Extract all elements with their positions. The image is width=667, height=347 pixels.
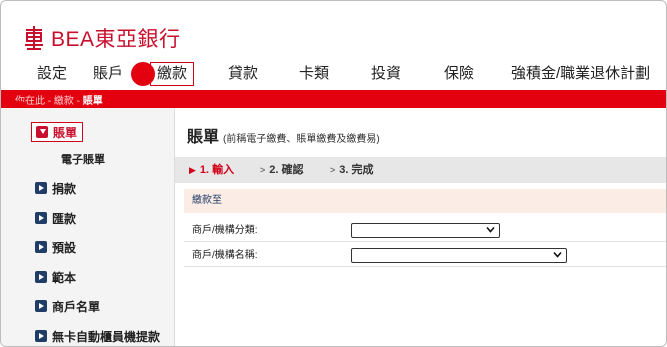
chevron-right-icon: > [330, 165, 336, 175]
brand-name: BEA東亞銀行 [51, 28, 181, 51]
breadcrumb-current: 賬單 [82, 96, 103, 107]
arrow-right-icon [35, 300, 47, 312]
nav-item-insurance[interactable]: 保險 [444, 61, 474, 87]
arrow-right-icon [35, 182, 47, 194]
step-complete: >3. 完成 [330, 157, 374, 183]
arrow-right-icon [35, 212, 47, 224]
chevron-down-icon [486, 226, 495, 233]
chevron-down-icon [553, 251, 562, 258]
triangle-right-icon: ▶ [189, 165, 196, 175]
sidebar: 賬單 電子賬單 捐款 匯款 預設 範本 商戶名單 無卡自動櫃員機提款 [1, 108, 175, 346]
page-title-text: 賬單 [187, 129, 220, 146]
nav-item-cards[interactable]: 卡類 [299, 61, 329, 87]
arrow-right-icon [35, 271, 47, 283]
bea-logo-icon [25, 26, 43, 50]
nav-item-accounts[interactable]: 賬戶 [93, 61, 123, 87]
highlight-marker-nav [131, 62, 155, 86]
expand-icon [36, 126, 48, 138]
sidebar-item-templates[interactable]: 範本 [35, 268, 76, 286]
sidebar-item-label: 捐款 [52, 181, 77, 196]
merchant-category-label: 商戶/機構分類: [192, 225, 258, 236]
merchant-category-row: 商戶/機構分類: [184, 220, 666, 242]
sidebar-item-label: 範本 [52, 270, 77, 285]
nav-item-investments[interactable]: 投資 [371, 61, 401, 87]
merchant-name-select[interactable] [351, 248, 567, 263]
sidebar-item-label: 匯款 [52, 211, 77, 226]
sidebar-item-remittance[interactable]: 匯款 [35, 209, 76, 227]
sidebar-item-donations[interactable]: 捐款 [35, 179, 76, 197]
page-title: 賬單 (前稱電子繳費、賬單繳費及繳費易) [187, 123, 380, 147]
sidebar-item-bills[interactable]: 賬單 [31, 122, 84, 142]
merchant-name-row: 商戶/機構名稱: [184, 245, 666, 267]
step-label: 1. 輸入 [199, 164, 235, 176]
step-input: ▶ 1. 輸入 [189, 157, 234, 183]
sidebar-item-ebills[interactable]: 電子賬單 [61, 151, 105, 167]
nav-item-settings[interactable]: 設定 [37, 61, 67, 87]
sidebar-item-merchant-list[interactable]: 商戶名單 [35, 297, 100, 315]
top-navigation: 設定 賬戶 繳款 貸款 卡類 投資 保險 強積金/職業退休計劃 [1, 61, 666, 87]
bank-logo[interactable]: BEA東亞銀行 [23, 23, 181, 53]
progress-steps: ▶ 1. 輸入 >2. 確認 >3. 完成 [175, 157, 666, 183]
nav-item-mpf[interactable]: 強積金/職業退休計劃 [511, 61, 650, 87]
merchant-name-label: 商戶/機構名稱: [192, 250, 258, 261]
nav-item-loans[interactable]: 貸款 [228, 61, 258, 87]
sidebar-item-label: 預設 [52, 240, 77, 255]
arrow-right-icon [35, 241, 47, 253]
sidebar-item-cardless-atm[interactable]: 無卡自動櫃員機提款 [35, 327, 160, 345]
step-confirm: >2. 確認 [260, 157, 304, 183]
arrow-right-icon [35, 330, 47, 342]
sidebar-item-label: 無卡自動櫃員機提款 [52, 329, 161, 344]
section-pay-to: 繳款至 [184, 189, 666, 213]
step-label: 3. 完成 [339, 164, 374, 176]
nav-item-payments[interactable]: 繳款 [150, 62, 195, 86]
sidebar-item-label: 商戶名單 [52, 299, 101, 314]
sidebar-item-presets[interactable]: 預設 [35, 238, 76, 256]
sidebar-item-label: 賬單 [53, 125, 78, 140]
chevron-right-icon: > [260, 165, 266, 175]
page-subtitle: (前稱電子繳費、賬單繳費及繳費易) [223, 134, 380, 145]
step-label: 2. 確認 [269, 164, 304, 176]
merchant-category-select[interactable] [351, 223, 500, 238]
browser-frame: BEA東亞銀行 設定 賬戶 繳款 貸款 卡類 投資 保險 強積金/職業退休計劃 … [0, 0, 667, 347]
